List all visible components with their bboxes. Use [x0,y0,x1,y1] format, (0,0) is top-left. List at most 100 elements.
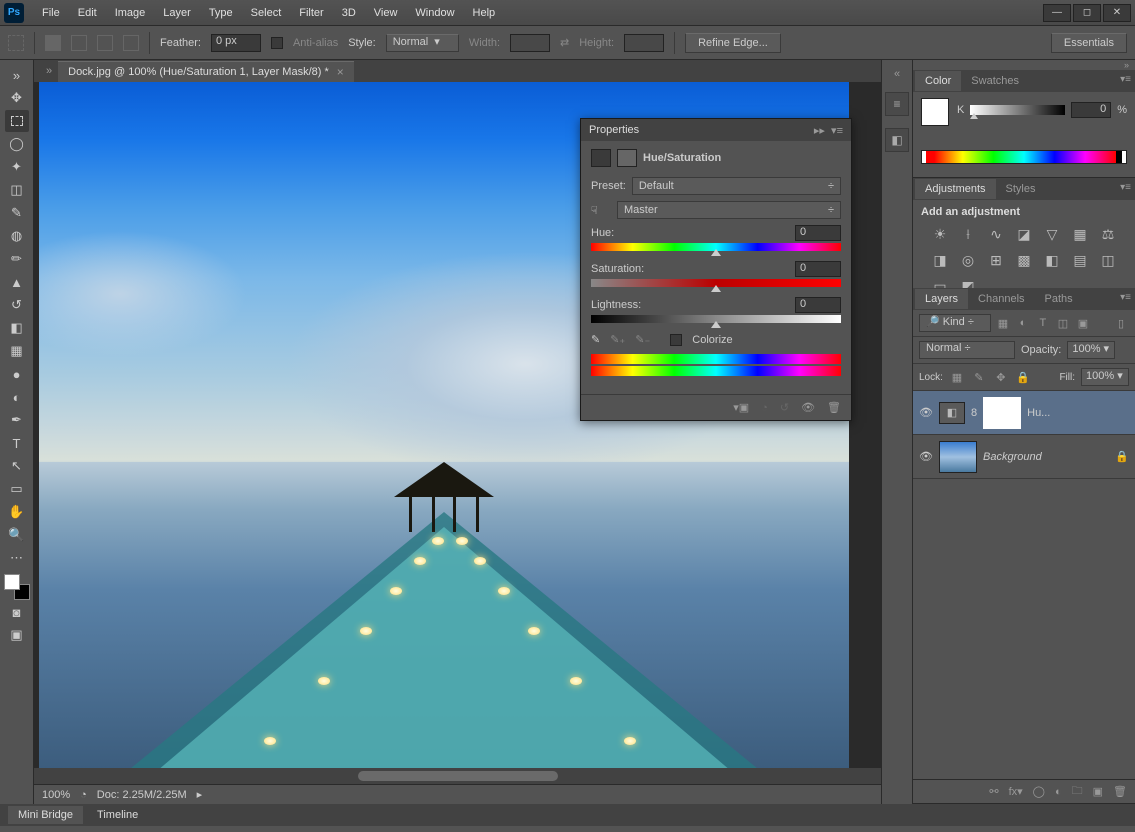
lock-position-icon[interactable]: ✥ [993,369,1009,385]
pen-tool[interactable]: ✒ [5,409,29,431]
k-slider[interactable] [970,105,1065,115]
saturation-slider[interactable] [591,279,841,287]
levels-icon[interactable]: ⟊ [959,226,977,242]
bw-icon[interactable]: ◨ [931,252,949,268]
quickmask-tool[interactable]: ◙ [5,601,29,623]
menu-image[interactable]: Image [107,4,154,22]
threshold-icon[interactable]: ◫ [1099,252,1117,268]
adjustment-icon[interactable]: ◐ [1055,786,1062,798]
layers-panel-menu[interactable]: ▾≡ [1120,292,1131,303]
layer-name[interactable]: Background [983,451,1042,463]
menu-file[interactable]: File [34,4,68,22]
type-tool[interactable]: T [5,432,29,454]
feather-input[interactable]: 0 px [211,34,261,52]
blend-mode-select[interactable]: Normal ÷ [919,341,1015,359]
panels-handle[interactable]: » [913,60,1135,70]
swap-icon[interactable]: ⇄ [560,36,569,49]
new-layer-icon[interactable]: ▣ [1093,785,1103,798]
opacity-input[interactable]: 100% ▾ [1067,341,1115,359]
mask-thumb[interactable] [983,397,1021,429]
history-panel-icon[interactable]: ≡ [885,92,909,116]
lightness-value[interactable]: 0 [795,297,841,313]
tab-paths[interactable]: Paths [1035,289,1083,309]
color-panel-menu[interactable]: ▾≡ [1120,74,1131,85]
document-tab[interactable]: Dock.jpg @ 100% (Hue/Saturation 1, Layer… [58,61,354,82]
tab-swatches[interactable]: Swatches [961,71,1029,91]
reset-icon[interactable]: ↺ [780,401,789,414]
menu-view[interactable]: View [366,4,406,22]
selection-new-icon[interactable] [45,35,61,51]
tabs-handle[interactable]: » [46,65,52,77]
hue-slider[interactable] [591,243,841,251]
menu-select[interactable]: Select [243,4,290,22]
zoom-level[interactable]: 100% [42,789,70,801]
lightness-slider[interactable] [591,315,841,323]
color-balance-icon[interactable]: ⚖ [1099,226,1117,242]
menu-window[interactable]: Window [407,4,462,22]
character-panel-icon[interactable]: ◧ [885,128,909,152]
path-tool[interactable]: ↖ [5,455,29,477]
properties-titlebar[interactable]: Properties ▸▸ ▾≡ [581,119,851,141]
status-icon[interactable]: ◔ [80,789,87,801]
adjustment-type-icon[interactable] [591,149,611,167]
history-brush-tool[interactable]: ↺ [5,294,29,316]
gradient-tool[interactable]: ▦ [5,340,29,362]
color-spectrum[interactable] [921,150,1127,164]
eyedropper-icon[interactable]: ✎ [591,333,600,346]
eyedropper-subtract-icon[interactable]: ✎₋ [635,333,650,346]
lock-pixels-icon[interactable]: ✎ [971,369,987,385]
foreground-color-swatch[interactable] [921,98,949,126]
filter-pixel-icon[interactable]: ▦ [995,315,1011,331]
visibility-icon[interactable]: 👁 [919,406,933,419]
menu-filter[interactable]: Filter [291,4,331,22]
selection-intersect-icon[interactable] [123,35,139,51]
status-arrow[interactable]: ▸ [197,788,203,801]
handle-icon[interactable]: » [5,64,29,86]
filter-type-icon[interactable]: T [1035,315,1051,331]
maximize-button[interactable]: ◻ [1073,4,1101,22]
healing-tool[interactable]: ◍ [5,225,29,247]
marquee-tool-icon[interactable] [8,35,24,51]
tab-layers[interactable]: Layers [915,289,968,309]
vibrance-icon[interactable]: ▽ [1043,226,1061,242]
visibility-toggle-icon[interactable]: 👁 [801,401,815,414]
mask-icon[interactable]: ◯ [1033,785,1045,798]
visibility-icon[interactable]: 👁 [919,450,933,463]
group-icon[interactable]: 🗀 [1072,782,1083,801]
properties-collapse-icon[interactable]: ▸▸ ▾≡ [814,124,843,137]
hue-sat-icon[interactable]: ▦ [1071,226,1089,242]
mask-type-icon[interactable] [617,149,637,167]
layer-name[interactable]: Hu... [1027,407,1050,419]
saturation-value[interactable]: 0 [795,261,841,277]
menu-type[interactable]: Type [201,4,241,22]
filter-smart-icon[interactable]: ▣ [1075,315,1091,331]
marquee-tool[interactable] [5,110,29,132]
link-layers-icon[interactable]: ⚯ [989,785,998,798]
tab-styles[interactable]: Styles [996,179,1046,199]
lasso-tool[interactable]: ◯ [5,133,29,155]
refine-edge-button[interactable]: Refine Edge... [685,33,781,53]
antialias-checkbox[interactable] [271,37,283,49]
channel-mixer-icon[interactable]: ⊞ [987,252,1005,268]
k-value[interactable]: 0 [1071,102,1111,118]
layer-row-background[interactable]: 👁 Background 🔒 [913,435,1135,479]
tab-timeline[interactable]: Timeline [87,806,148,824]
color-swatches[interactable] [4,574,30,600]
filter-toggle[interactable]: ▯ [1113,315,1129,331]
tab-color[interactable]: Color [915,71,961,91]
curves-icon[interactable]: ∿ [987,226,1005,242]
shape-tool[interactable]: ▭ [5,478,29,500]
stamp-tool[interactable]: ▲ [5,271,29,293]
eraser-tool[interactable]: ◧ [5,317,29,339]
colorize-checkbox[interactable] [670,334,682,346]
move-tool[interactable]: ✥ [5,87,29,109]
filter-adjust-icon[interactable]: ◐ [1015,315,1031,331]
close-tab-icon[interactable]: × [337,65,344,79]
minimize-button[interactable]: — [1043,4,1071,22]
blur-tool[interactable]: ● [5,363,29,385]
selection-subtract-icon[interactable] [97,35,113,51]
menu-3d[interactable]: 3D [334,4,364,22]
photo-filter-icon[interactable]: ◎ [959,252,977,268]
screenmode-tool[interactable]: ▣ [5,624,29,646]
tab-channels[interactable]: Channels [968,289,1034,309]
